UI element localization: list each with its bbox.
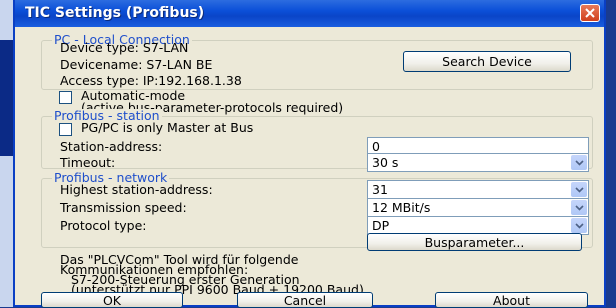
settings-dialog: TIC Settings (Profibus) PC - Local Conne… bbox=[13, 0, 606, 308]
transmission-speed-label: Transmission speed: bbox=[60, 200, 187, 215]
chevron-down-icon[interactable] bbox=[571, 200, 587, 215]
highest-station-label: Highest station-address: bbox=[60, 182, 213, 197]
close-button[interactable] bbox=[580, 4, 600, 22]
timeout-select[interactable]: 30 s bbox=[367, 153, 589, 172]
about-button[interactable]: About bbox=[435, 292, 588, 308]
close-icon bbox=[585, 8, 595, 18]
highest-station-select[interactable]: 31 bbox=[367, 180, 589, 199]
device-type-text: Device type: S7-LAN bbox=[60, 40, 189, 55]
chevron-down-icon[interactable] bbox=[571, 218, 587, 233]
protocol-type-value: DP bbox=[372, 218, 390, 233]
pgpc-master-checkbox[interactable] bbox=[59, 123, 72, 136]
ok-button[interactable]: OK bbox=[41, 292, 183, 308]
station-address-label: Station-address: bbox=[60, 139, 163, 154]
chevron-down-icon[interactable] bbox=[571, 155, 587, 170]
pgpc-master-label: PG/PC is only Master at Bus bbox=[81, 120, 254, 135]
highest-station-value: 31 bbox=[372, 182, 388, 197]
chevron-down-icon[interactable] bbox=[571, 182, 587, 197]
search-device-button[interactable]: Search Device bbox=[403, 51, 571, 72]
window-title: TIC Settings (Profibus) bbox=[25, 5, 205, 21]
automatic-mode-checkbox[interactable] bbox=[59, 91, 72, 104]
cancel-button[interactable]: Cancel bbox=[237, 292, 373, 308]
title-bar[interactable]: TIC Settings (Profibus) bbox=[15, 0, 604, 27]
transmission-speed-select[interactable]: 12 MBit/s bbox=[367, 198, 589, 217]
busparameter-button[interactable]: Busparameter... bbox=[367, 233, 582, 251]
protocol-type-label: Protocol type: bbox=[60, 218, 147, 233]
device-name-text: Devicename: S7-LAN BE bbox=[60, 57, 213, 72]
transmission-speed-value: 12 MBit/s bbox=[372, 200, 431, 215]
access-type-text: Access type: IP:192.168.1.38 bbox=[60, 73, 242, 88]
timeout-label: Timeout: bbox=[60, 155, 116, 170]
timeout-value: 30 s bbox=[372, 155, 399, 170]
